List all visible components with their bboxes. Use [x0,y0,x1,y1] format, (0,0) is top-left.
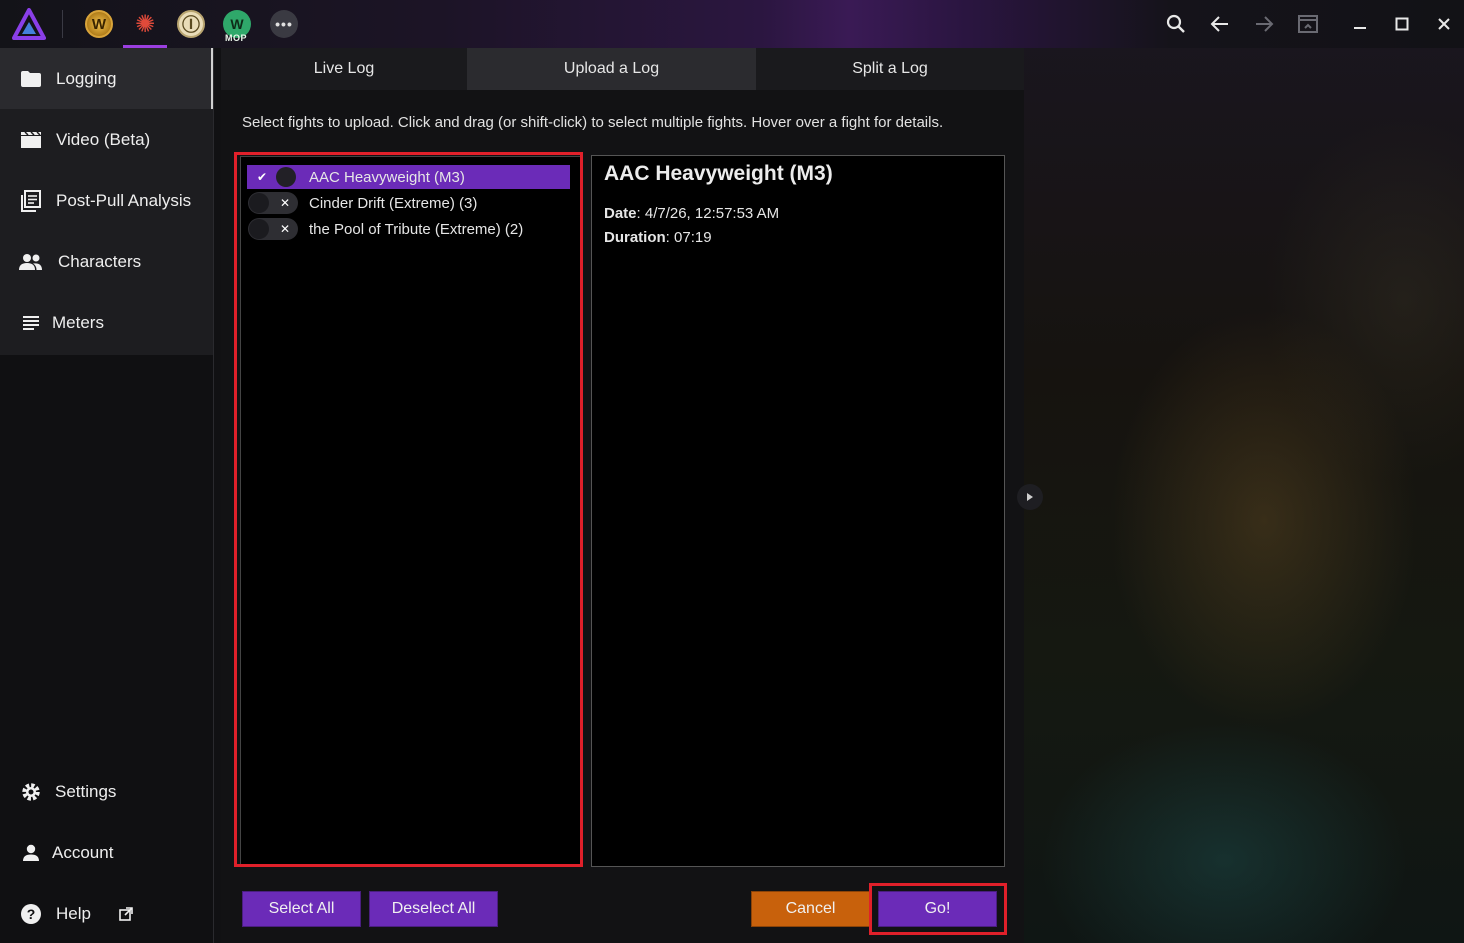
popout-icon[interactable] [1296,12,1320,36]
fight-name: AAC Heavyweight (M3) [309,168,465,186]
background-artwork [1024,0,1464,943]
sidebar-item-label: Help [56,903,91,923]
fight-list[interactable]: ✔ AAC Heavyweight (M3) ✕ Cinder Drift (E… [240,156,582,865]
cancel-button[interactable]: Cancel [751,891,870,927]
top-bar: W ✺ Ⓘ W MOP ••• [0,0,1464,48]
gear-icon [19,780,43,804]
eso-icon[interactable]: Ⓘ [177,10,205,38]
tab-bar: Live Log Upload a Log Split a Log [221,48,1024,90]
sidebar-item-label: Logging [56,68,117,88]
expand-panel-arrow-icon[interactable] [1017,484,1043,510]
video-icon [19,128,43,152]
minimize-icon[interactable] [1348,12,1372,36]
fight-row[interactable]: ✔ AAC Heavyweight (M3) [247,165,570,189]
topbar-separator [62,10,63,38]
sidebar-item-settings[interactable]: Settings [0,761,213,822]
sidebar-nav: Logging Video (Beta) Post-Pull Analysis [0,48,213,355]
fight-duration: Duration: 07:19 [604,229,712,246]
sidebar-item-label: Video (Beta) [56,129,151,149]
fight-toggle[interactable]: ✕ [248,192,298,214]
sidebar-item-post-pull-analysis[interactable]: Post-Pull Analysis [0,170,213,231]
app-window: W ✺ Ⓘ W MOP ••• Logging Video (Beta) Pos… [0,0,1464,943]
deselect-all-button[interactable]: Deselect All [369,891,498,927]
sidebar-divider [213,48,214,943]
toggle-knob [249,193,269,213]
fight-toggle[interactable]: ✕ [248,218,298,240]
main-panel: Live Log Upload a Log Split a Log Select… [221,48,1024,943]
checkmark-icon: ✔ [256,170,268,184]
sidebar-item-video[interactable]: Video (Beta) [0,109,213,170]
x-mark-icon: ✕ [279,222,291,236]
fight-toggle[interactable]: ✔ [248,166,298,188]
fight-date: Date: 4/7/26, 12:57:53 AM [604,205,779,222]
sidebar-item-characters[interactable]: Characters [0,231,213,292]
toggle-knob [249,219,269,239]
go-button[interactable]: Go! [878,891,997,927]
app-logo-icon[interactable] [12,8,46,40]
x-mark-icon: ✕ [279,196,291,210]
duration-value: : 07:19 [665,229,712,246]
fight-row[interactable]: ✕ the Pool of Tribute (Extreme) (2) [247,217,570,241]
upload-instructions: Select fights to upload. Click and drag … [242,114,944,131]
characters-icon [19,250,43,274]
fight-row[interactable]: ✕ Cinder Drift (Extreme) (3) [247,191,570,215]
sidebar-item-label: Post-Pull Analysis [56,190,192,210]
maximize-icon[interactable] [1390,12,1414,36]
date-value: : 4/7/26, 12:57:53 AM [636,205,780,222]
external-link-icon [119,906,133,921]
back-arrow-icon[interactable] [1208,12,1232,36]
fight-details-panel: AAC Heavyweight (M3) Date: 4/7/26, 12:57… [591,155,1005,867]
close-icon[interactable] [1432,12,1456,36]
tab-split-a-log[interactable]: Split a Log [756,48,1024,90]
folder-icon [19,67,43,91]
fight-name: Cinder Drift (Extreme) (3) [309,194,478,212]
fight-details-title: AAC Heavyweight (M3) [604,162,833,185]
ffxiv-icon[interactable]: ✺ [131,10,159,38]
forward-arrow-icon[interactable] [1252,12,1276,36]
tab-upload-a-log[interactable]: Upload a Log [467,48,756,90]
duration-label: Duration [604,229,666,246]
more-games-icon[interactable]: ••• [270,10,298,38]
fight-name: the Pool of Tribute (Extreme) (2) [309,220,524,238]
sidebar-item-label: Characters [58,251,142,271]
sidebar-item-logging[interactable]: Logging [0,48,213,109]
sidebar-item-account[interactable]: Account [0,822,213,883]
sidebar-item-help[interactable]: ? Help [0,883,213,943]
sidebar: Logging Video (Beta) Post-Pull Analysis [0,48,213,943]
wow-icon[interactable]: W [85,10,113,38]
person-icon [19,841,43,865]
date-label: Date [604,205,637,222]
tab-live-log[interactable]: Live Log [221,48,467,90]
sidebar-item-label: Meters [52,312,104,332]
meters-icon [19,311,43,335]
svg-text:?: ? [27,906,36,922]
sidebar-item-meters[interactable]: Meters [0,292,213,353]
select-all-button[interactable]: Select All [242,891,361,927]
toggle-knob [276,167,296,187]
search-icon[interactable] [1164,12,1188,36]
sidebar-item-label: Account [52,842,114,862]
analysis-icon [19,189,43,213]
help-icon: ? [19,902,43,926]
sidebar-item-label: Settings [55,781,117,801]
mop-label: MOP [225,33,248,43]
